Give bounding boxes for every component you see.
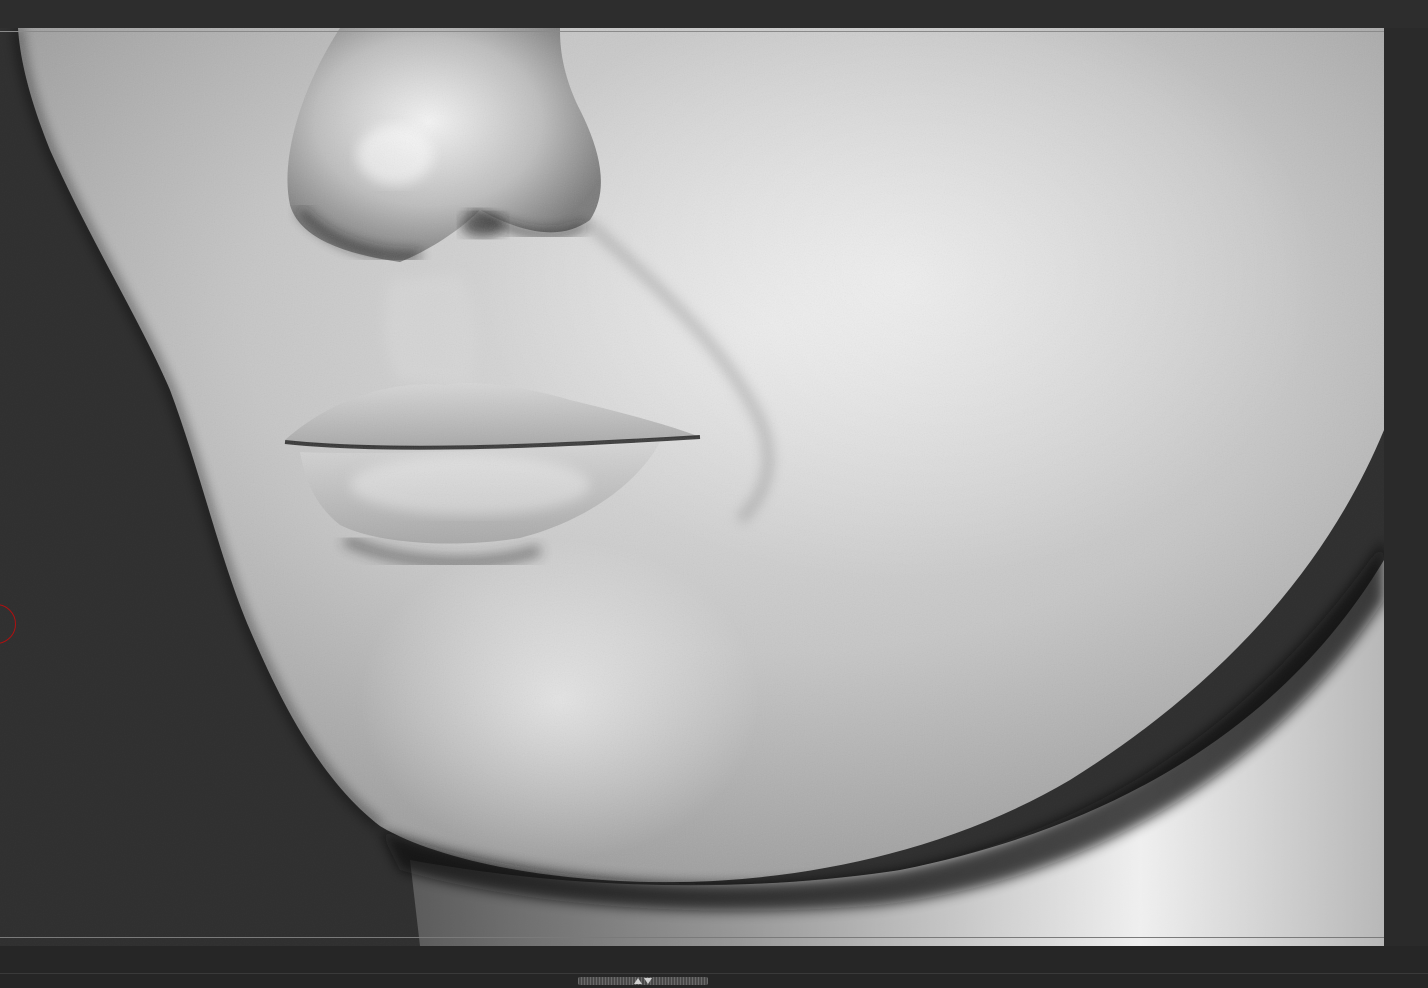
tray-toggle-arrows-icon[interactable] bbox=[632, 977, 654, 985]
document-canvas[interactable] bbox=[0, 28, 1384, 946]
shelf-divider bbox=[0, 973, 1428, 974]
top-shelf bbox=[0, 0, 1428, 28]
sculpt-model[interactable] bbox=[0, 28, 1384, 946]
bottom-shelf bbox=[0, 946, 1428, 988]
viewport-frame-top bbox=[0, 31, 1384, 32]
arrow-up-icon bbox=[634, 978, 642, 984]
arrow-down-icon bbox=[644, 978, 652, 984]
zbrush-window bbox=[0, 0, 1428, 988]
viewport-frame-bottom bbox=[0, 937, 1384, 938]
right-tray bbox=[1384, 28, 1428, 946]
